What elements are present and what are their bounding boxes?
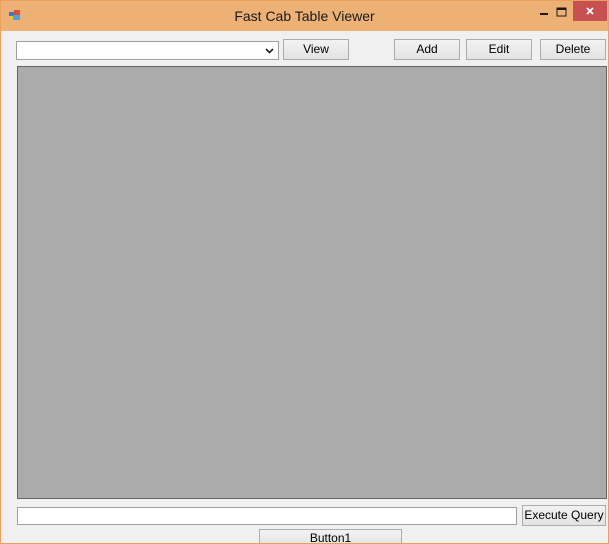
button1[interactable]: Button1: [259, 529, 402, 543]
title-bar: Fast Cab Table Viewer: [1, 1, 608, 31]
chevron-down-icon: [261, 42, 277, 59]
close-icon: [586, 7, 594, 15]
app-window: Fast Cab Table Viewer View Add Edit Dele…: [0, 0, 609, 544]
query-input[interactable]: [17, 507, 517, 525]
execute-query-button[interactable]: Execute Query: [522, 505, 606, 526]
window-title: Fast Cab Table Viewer: [234, 8, 375, 24]
close-button[interactable]: [573, 1, 607, 21]
view-button[interactable]: View: [283, 39, 349, 60]
table-select-dropdown[interactable]: [16, 41, 279, 60]
data-grid[interactable]: [17, 66, 607, 499]
minimize-icon: [540, 12, 548, 15]
delete-button[interactable]: Delete: [540, 39, 606, 60]
maximize-button[interactable]: [550, 1, 572, 22]
maximize-icon: [556, 7, 566, 16]
edit-button[interactable]: Edit: [466, 39, 532, 60]
add-button[interactable]: Add: [394, 39, 460, 60]
